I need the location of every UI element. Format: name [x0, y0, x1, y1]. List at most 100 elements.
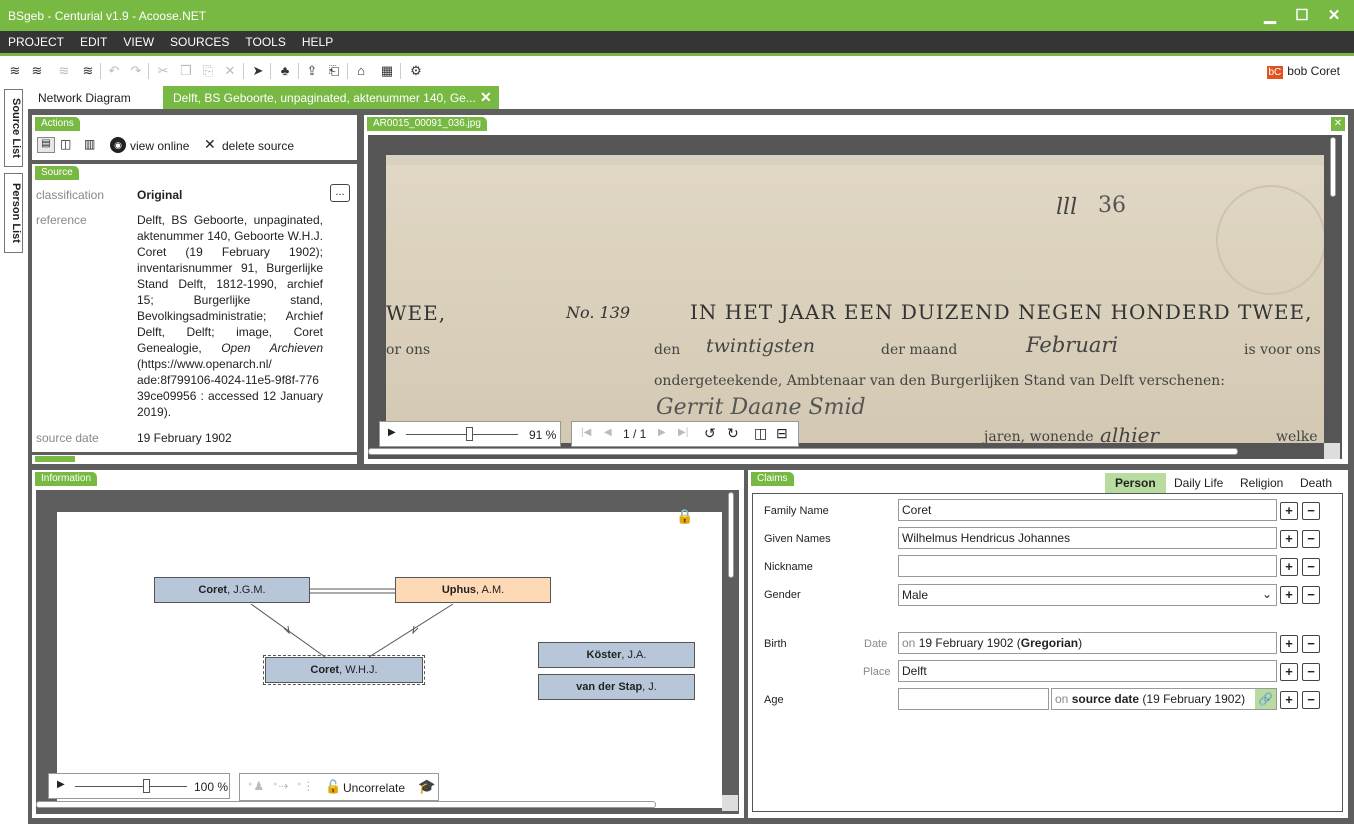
- remove-button[interactable]: −: [1302, 502, 1320, 520]
- remove-button[interactable]: −: [1302, 663, 1320, 681]
- menu-tools[interactable]: TOOLS: [237, 31, 293, 49]
- add-button[interactable]: +: [1280, 530, 1298, 548]
- rotate-left-icon[interactable]: ↺: [704, 425, 716, 442]
- tab-person[interactable]: Person: [1105, 473, 1166, 493]
- redo-icon[interactable]: ↷: [128, 63, 144, 79]
- layout-2-icon[interactable]: ◫: [60, 137, 71, 151]
- gear-icon[interactable]: ⚙: [408, 63, 424, 79]
- add-button[interactable]: +: [1280, 558, 1298, 576]
- close-image-icon[interactable]: ✕: [1331, 117, 1345, 131]
- link-icon[interactable]: 🔗: [1255, 689, 1276, 709]
- first-page-icon[interactable]: |◀: [581, 427, 591, 438]
- archive-icon[interactable]: ⌂: [353, 63, 369, 79]
- user-badge[interactable]: bC bob Coret: [1266, 64, 1340, 79]
- import-icon[interactable]: ⎗: [326, 63, 342, 79]
- flip-vertical-icon[interactable]: ⊟: [776, 425, 788, 442]
- uncorrelate-button[interactable]: Uncorrelate: [343, 781, 405, 795]
- add-person-icon[interactable]: ⁺♟: [247, 779, 264, 793]
- add-button[interactable]: +: [1280, 635, 1298, 653]
- tab-network-diagram[interactable]: Network Diagram: [28, 86, 141, 109]
- date-prefix: on: [1055, 692, 1069, 706]
- flip-horizontal-icon[interactable]: ◫: [754, 425, 767, 442]
- graduation-cap-icon[interactable]: 🎓: [418, 778, 435, 795]
- remove-button[interactable]: −: [1302, 586, 1320, 604]
- vertical-scrollbar[interactable]: [1330, 137, 1336, 197]
- export-icon[interactable]: ⇪: [304, 63, 320, 79]
- layout-3-icon[interactable]: ▥: [84, 137, 95, 151]
- horizontal-scrollbar[interactable]: [36, 801, 656, 808]
- nickname-field[interactable]: [898, 555, 1277, 577]
- menu-project[interactable]: PROJECT: [0, 31, 72, 49]
- copy-icon[interactable]: ❐: [178, 63, 194, 79]
- last-page-icon[interactable]: ▶|: [678, 427, 688, 438]
- birth-place-field[interactable]: Delft: [898, 660, 1277, 682]
- layers-check-icon[interactable]: ≋: [80, 63, 96, 79]
- remove-button[interactable]: −: [1302, 635, 1320, 653]
- given-names-field[interactable]: Wilhelmus Hendricus Johannes: [898, 527, 1277, 549]
- person-node[interactable]: Coret, J.G.M.: [154, 577, 310, 603]
- zoom-slider-track[interactable]: [406, 434, 518, 435]
- person-node[interactable]: Köster, J.A.: [538, 642, 695, 668]
- sidebar-item-person-list[interactable]: Person List: [4, 173, 23, 253]
- add-button[interactable]: +: [1280, 586, 1298, 604]
- tree-icon[interactable]: ♣: [277, 63, 293, 79]
- person-node-selected[interactable]: Coret, W.H.J.: [263, 655, 425, 685]
- age-field[interactable]: [898, 688, 1049, 710]
- play-icon[interactable]: ▶: [57, 779, 65, 790]
- paste-icon[interactable]: ⎘: [200, 63, 216, 79]
- node-surname: Uphus: [441, 584, 477, 596]
- tab-religion[interactable]: Religion: [1230, 473, 1293, 493]
- prev-page-icon[interactable]: ◀: [604, 427, 612, 438]
- birth-date-field[interactable]: on 19 February 1902 (Gregorian): [898, 632, 1277, 654]
- menu-edit[interactable]: EDIT: [72, 31, 115, 49]
- remove-button[interactable]: −: [1302, 691, 1320, 709]
- zoom-slider-thumb[interactable]: [466, 427, 473, 441]
- play-icon[interactable]: ▶: [388, 427, 396, 438]
- add-button[interactable]: +: [1280, 663, 1298, 681]
- split-icon[interactable]: ⁺⋮: [296, 779, 314, 793]
- tab-death[interactable]: Death: [1290, 473, 1342, 493]
- sidebar: Source List Person List: [0, 86, 28, 824]
- menu-help[interactable]: HELP: [294, 31, 341, 49]
- menu-sources[interactable]: SOURCES: [162, 31, 237, 49]
- rotate-right-icon[interactable]: ↻: [727, 425, 739, 442]
- pointer-icon[interactable]: ➤: [250, 63, 266, 79]
- undo-icon[interactable]: ↶: [106, 63, 122, 79]
- zoom-slider-track[interactable]: [75, 786, 187, 787]
- person-node[interactable]: van der Stap, J.: [538, 674, 695, 700]
- close-icon[interactable]: ✕: [480, 89, 492, 106]
- add-button[interactable]: +: [1280, 691, 1298, 709]
- delete-icon[interactable]: ✕: [222, 63, 238, 79]
- horizontal-scrollbar[interactable]: [368, 448, 1238, 455]
- network-diagram[interactable]: 🔒 Coret, J.G.M. Uphus, A.M. Coret, W.H.J…: [57, 508, 722, 808]
- close-button[interactable]: ✕: [1324, 6, 1344, 24]
- menu-view[interactable]: VIEW: [115, 31, 162, 49]
- layers-remove-icon[interactable]: ≋: [56, 63, 72, 79]
- family-name-field[interactable]: Coret: [898, 499, 1277, 521]
- next-page-icon[interactable]: ▶: [658, 427, 666, 438]
- link-icon[interactable]: ⁺⇢: [272, 779, 288, 793]
- layers-add-icon[interactable]: ≋: [29, 63, 45, 79]
- minimize-button[interactable]: ▁: [1260, 6, 1280, 24]
- delete-x-icon[interactable]: ✕: [204, 136, 216, 153]
- vertical-scrollbar[interactable]: [728, 492, 734, 578]
- layers-icon[interactable]: ≋: [7, 63, 23, 79]
- add-button[interactable]: +: [1280, 502, 1298, 520]
- tab-source[interactable]: Delft, BS Geboorte, unpaginated, aktenum…: [163, 86, 499, 109]
- zoom-slider-thumb[interactable]: [143, 779, 150, 793]
- calendar-icon[interactable]: ▦: [379, 63, 395, 79]
- age-reference-field[interactable]: on source date (19 February 1902): [1051, 688, 1277, 710]
- given-names-label: Given Names: [764, 533, 831, 545]
- sidebar-item-source-list[interactable]: Source List: [4, 89, 23, 167]
- maximize-button[interactable]: ☐: [1292, 6, 1312, 24]
- remove-button[interactable]: −: [1302, 558, 1320, 576]
- remove-button[interactable]: −: [1302, 530, 1320, 548]
- layout-1-icon[interactable]: ▤: [37, 137, 55, 153]
- tab-daily-life[interactable]: Daily Life: [1164, 473, 1233, 493]
- person-node[interactable]: Uphus, A.M.: [395, 577, 551, 603]
- more-button[interactable]: ...: [330, 184, 350, 202]
- gender-select[interactable]: Male ⌄: [898, 584, 1277, 606]
- view-online-button[interactable]: view online: [130, 139, 189, 153]
- delete-source-button[interactable]: delete source: [222, 139, 294, 153]
- cut-icon[interactable]: ✂: [155, 63, 171, 79]
